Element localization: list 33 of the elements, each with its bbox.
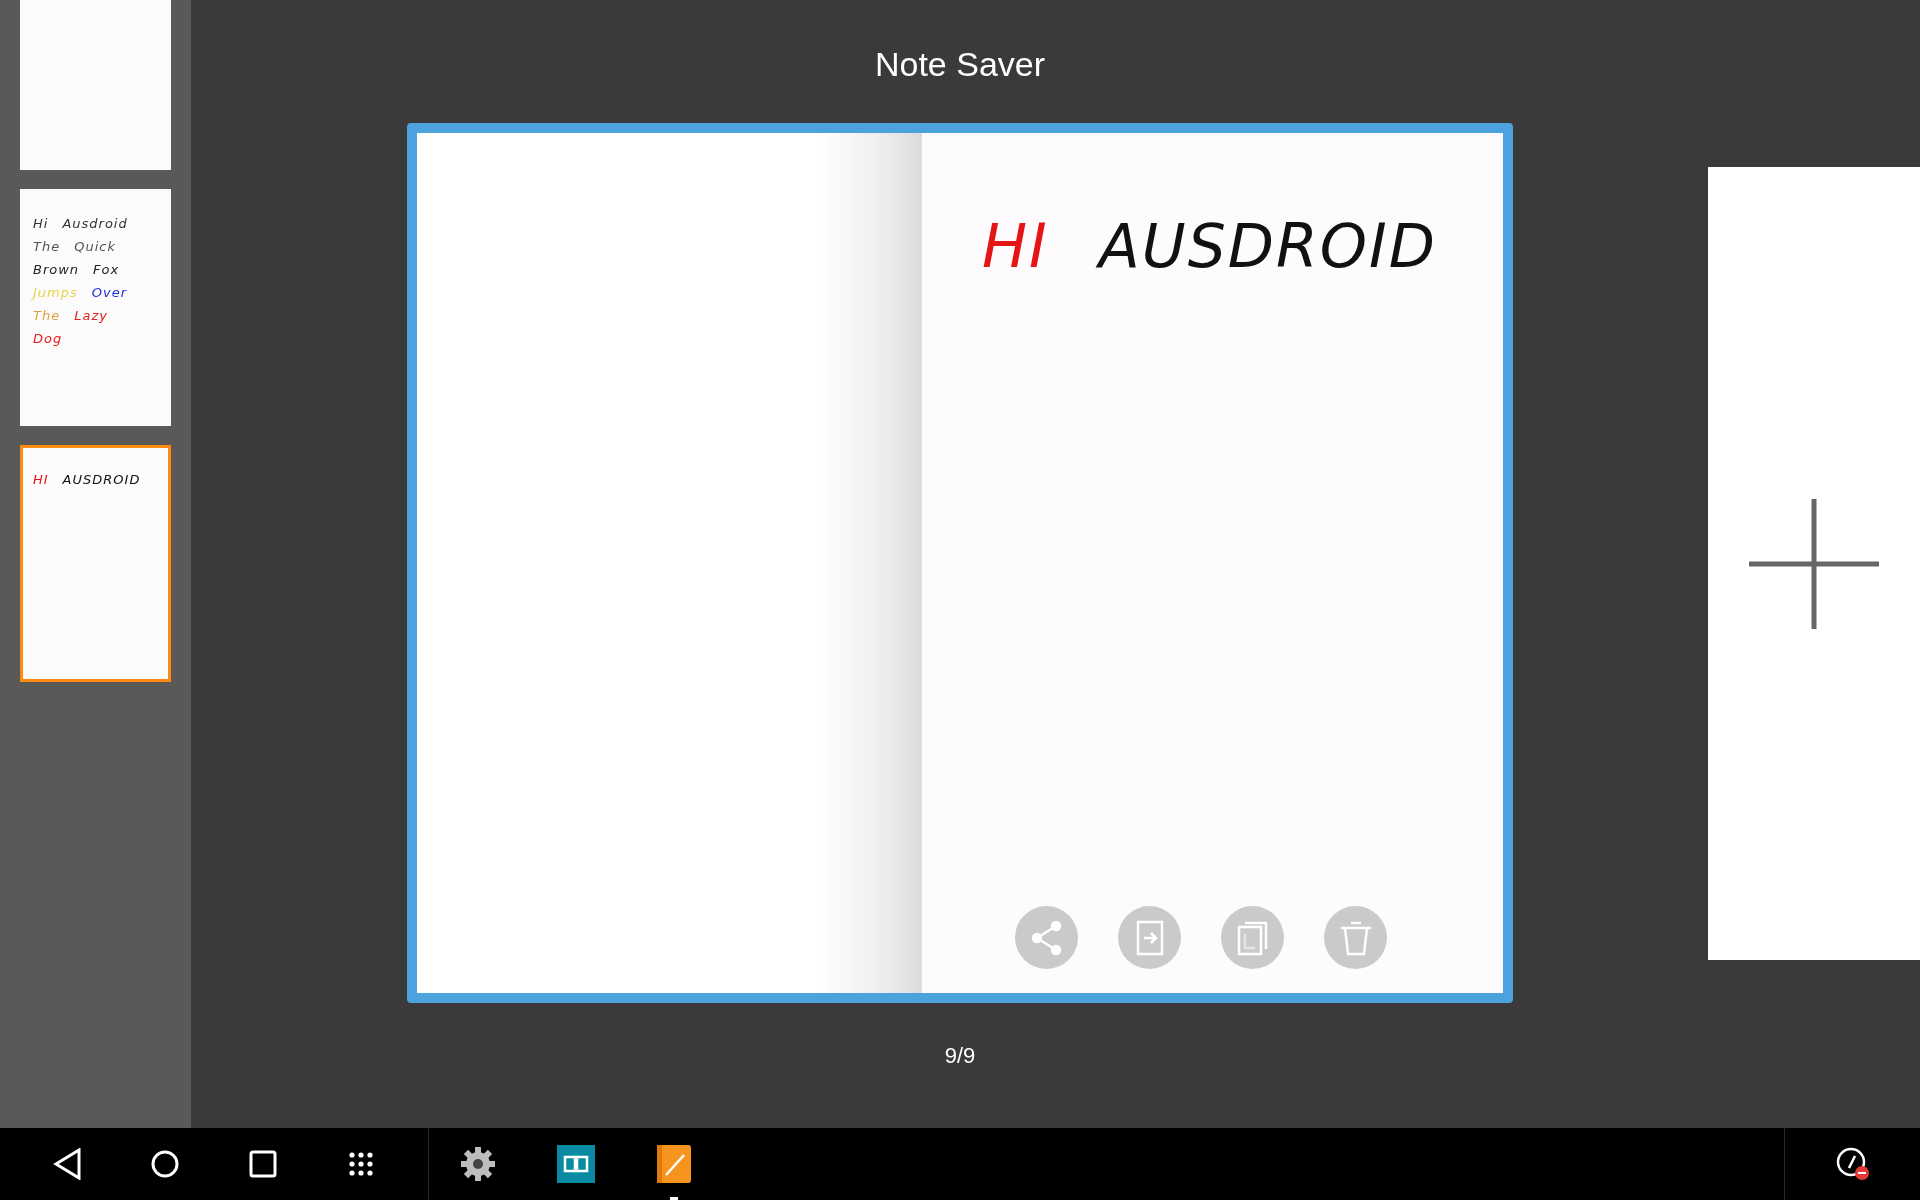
handwritten-word: The (33, 239, 61, 254)
handwritten-word: Ausdroid (62, 216, 128, 231)
handwritten-word: HI (982, 211, 1049, 281)
app-title: Note Saver (873, 44, 1047, 84)
handwritten-word: Over (91, 285, 128, 300)
handwritten-word: AUSDROID (1098, 211, 1437, 281)
app-grid-icon (348, 1151, 374, 1177)
handwritten-word: HI (33, 472, 49, 487)
handwritten-word: The (33, 308, 61, 323)
copy-icon (1236, 919, 1269, 956)
handwritten-word: Jumps (33, 285, 78, 300)
handwritten-word: Fox (93, 262, 120, 277)
note-thumbnail[interactable] (20, 0, 171, 170)
share-icon (1031, 920, 1062, 955)
plus-icon (1749, 498, 1879, 629)
handwritten-word: Lazy (74, 308, 108, 323)
handwritten-word: Quick (74, 239, 116, 254)
page-counter: 9/9 (943, 1043, 977, 1069)
back-icon (53, 1148, 81, 1180)
pen-note-icon (657, 1145, 691, 1183)
gear-icon (460, 1146, 496, 1182)
open-book-icon (557, 1145, 595, 1183)
home-icon (151, 1150, 179, 1178)
note-thumbnail[interactable]: HI AUSDROID (20, 445, 171, 682)
handwritten-word: Hi (33, 216, 49, 231)
recents-icon (249, 1150, 277, 1178)
delete-icon (1338, 919, 1373, 956)
export-icon (1135, 919, 1164, 956)
note-thumbnail[interactable]: Hi Ausdroid The Quick Brown Fox Jumps Over The Lazy Dog (20, 189, 171, 426)
speedometer-blocked-icon[interactable] (1834, 1146, 1871, 1182)
handwritten-word: Dog (33, 331, 63, 346)
handwritten-word: AUSDROID (62, 472, 141, 487)
handwritten-word: Brown (33, 262, 80, 277)
